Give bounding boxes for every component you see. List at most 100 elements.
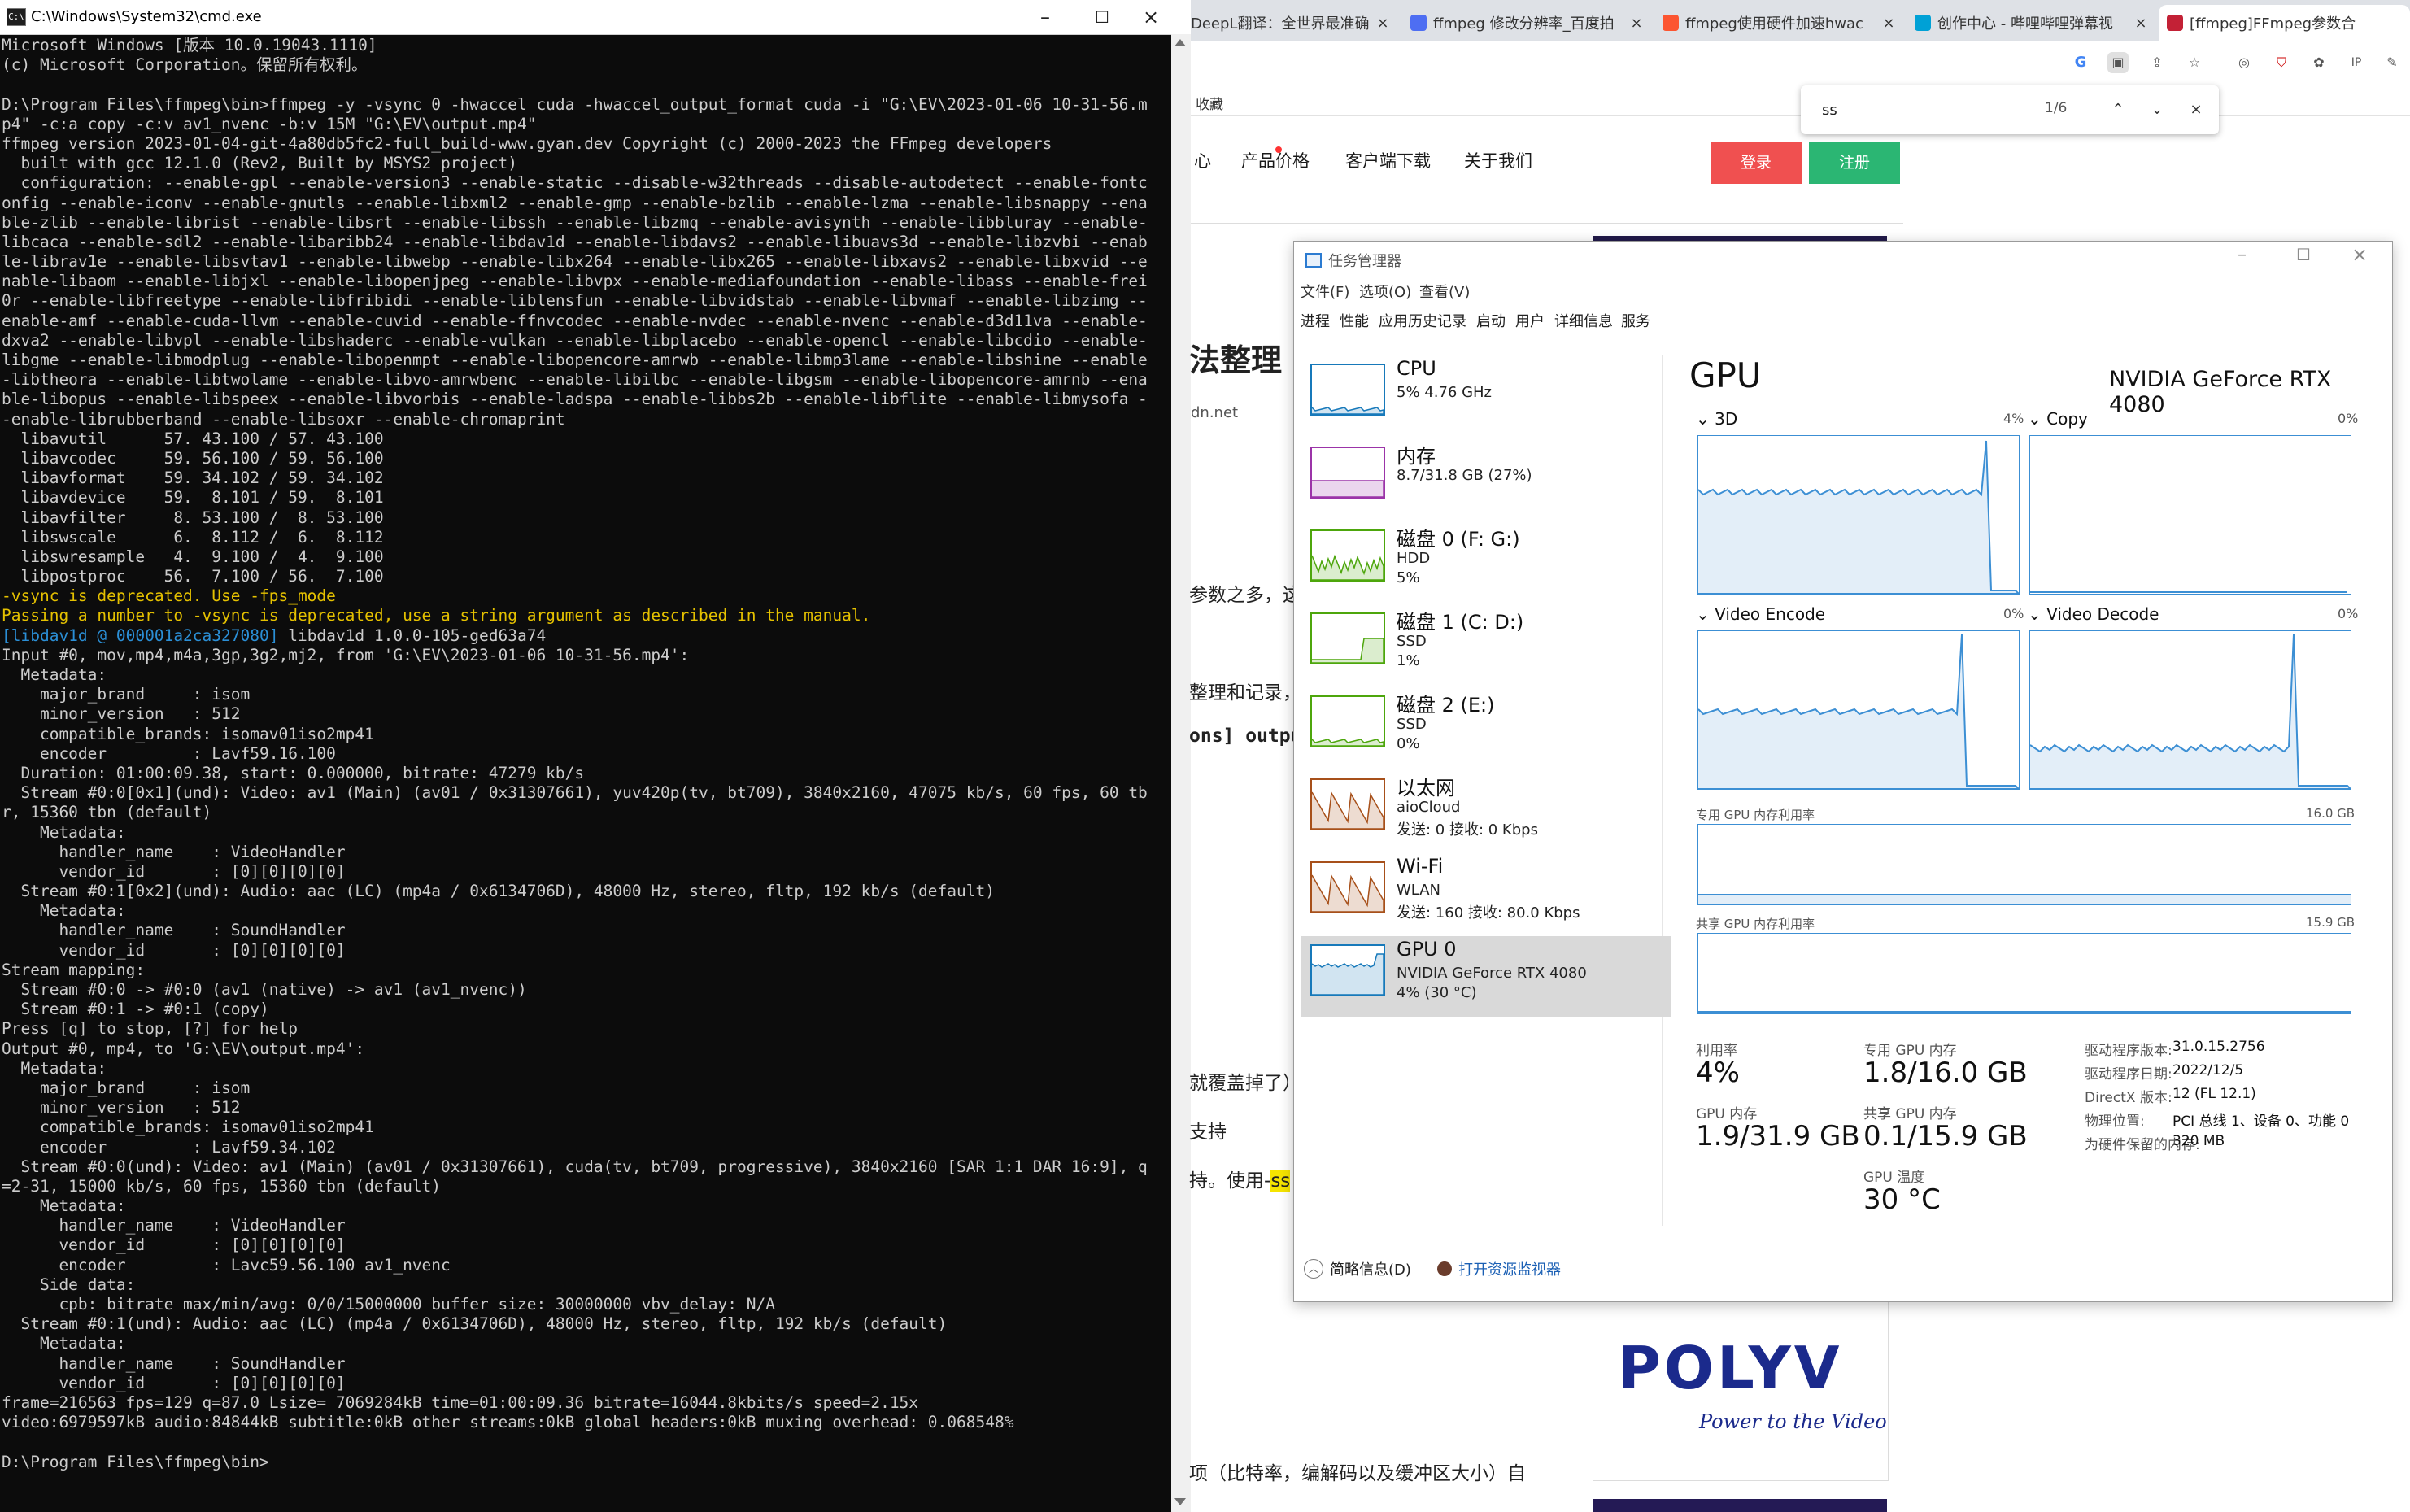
engine-pct: 0%	[2003, 606, 2024, 621]
tab-processes[interactable]: 进程	[1301, 310, 1330, 331]
article-text-fragment: 持。使用-ss	[1189, 1165, 1291, 1192]
console-line: built with gcc 12.1.0 (Rev2, Built by MS…	[2, 154, 1171, 173]
tab-close-icon[interactable]: ×	[1879, 15, 1898, 32]
tab-services[interactable]: 服务	[1621, 310, 1650, 331]
resource-item-2-e[interactable]: 磁盘 2 (E:) SSD 0%	[1301, 687, 1671, 769]
engine-selector-video-encode[interactable]: ⌄ Video Encode	[1696, 604, 1825, 624]
browser-tab-ffmpeg-active[interactable]: [ffmpeg]FFmpeg参数合	[2159, 5, 2410, 41]
find-prev-icon[interactable]: ⌃	[2105, 97, 2131, 123]
resource-detail: 1%	[1397, 652, 1420, 669]
browser-tab-csdn[interactable]: ffmpeg使用硬件加速hwac ×	[1654, 5, 1898, 41]
ad-banner-bottom[interactable]	[1593, 1499, 1887, 1512]
cmd-scrollbar[interactable]	[1171, 34, 1191, 1512]
thumbnail-graph	[1311, 739, 1384, 747]
ip-extension-icon[interactable]: IP	[2346, 52, 2367, 73]
console-line-text: D:\Program Files\ffmpeg\bin>	[2, 1452, 269, 1471]
minimize-icon[interactable]: –	[2238, 245, 2247, 265]
bookmark-folder[interactable]: 收藏	[1196, 93, 1223, 113]
menu-view[interactable]: 查看(V)	[1419, 281, 1470, 302]
tab-startup[interactable]: 启动	[1476, 310, 1506, 331]
find-icon[interactable]: ▣	[2107, 52, 2129, 73]
taskmgr-menubar: 文件(F) 选项(O) 查看(V)	[1294, 281, 2392, 305]
console-line-text: ble-zlib --enable-librist --enable-libsr…	[2, 212, 1148, 232]
register-button[interactable]: 注册	[1809, 142, 1900, 184]
console-line: Passing a number to -vsync is deprecated…	[2, 606, 1171, 625]
extension-icon[interactable]: ◎	[2233, 52, 2255, 73]
resource-name: 内存	[1397, 445, 1436, 468]
menu-file[interactable]: 文件(F)	[1301, 281, 1349, 302]
tab-performance[interactable]: 性能	[1340, 310, 1369, 331]
nav-item-download[interactable]: 客户端下载	[1345, 148, 1431, 172]
find-input[interactable]	[1820, 97, 2133, 123]
console-line-text: Metadata:	[2, 1334, 126, 1353]
tab-app-history[interactable]: 应用历史记录	[1379, 310, 1466, 331]
console-line: libavfilter 8. 53.100 / 8. 53.100	[2, 508, 1171, 528]
console-line-text: Metadata:	[2, 822, 126, 842]
resource-item-cpu[interactable]: CPU 5% 4.76 GHz	[1301, 355, 1671, 437]
tab-users[interactable]: 用户	[1515, 310, 1545, 331]
menu-options[interactable]: 选项(O)	[1359, 281, 1411, 302]
resource-item-wi-fi[interactable]: Wi-Fi WLAN 发送: 160 接收: 80.0 Kbps	[1301, 853, 1671, 935]
nav-item-partial[interactable]: 心	[1194, 148, 1211, 172]
nav-item-about[interactable]: 关于我们	[1464, 148, 1532, 172]
taskmgr-titlebar[interactable]: 任务管理器 – ☐ ×	[1294, 242, 2392, 277]
resource-item-0-f-g[interactable]: 磁盘 0 (F: G:) HDD 5%	[1301, 521, 1671, 603]
tab-details[interactable]: 详细信息	[1554, 310, 1613, 331]
tab-close-icon[interactable]: ×	[1373, 15, 1392, 32]
browser-tab-deepl[interactable]: DeepL翻译：全世界最准确 ×	[1191, 5, 1392, 41]
cmd-titlebar[interactable]: C:\ C:\Windows\System32\cmd.exe – ☐ ×	[0, 0, 1171, 35]
cmd-console-output[interactable]: Microsoft Windows [版本 10.0.19043.1110] (c…	[0, 36, 1171, 1512]
scroll-up-icon[interactable]	[1174, 39, 1186, 46]
console-line-text: enable-amf --enable-cuda-llvm --enable-c…	[2, 311, 1148, 330]
baidu-paw-icon	[1410, 15, 1427, 31]
browser-tab-bilibili[interactable]: 创作中心 - 哔哩哔哩弹幕视 ×	[1907, 5, 2151, 41]
taskmgr-title: 任务管理器	[1328, 253, 1401, 270]
close-icon[interactable]: ×	[2351, 243, 2368, 266]
resource-item-1-c-d[interactable]: 磁盘 1 (C: D:) SSD 1%	[1301, 604, 1671, 686]
find-next-icon[interactable]: ⌄	[2144, 97, 2170, 123]
tab-close-icon[interactable]: ×	[1627, 15, 1646, 32]
polyv-slogan: Power to the Video	[1699, 1410, 1887, 1433]
console-line-text: Stream #0:0[0x1](und): Video: av1 (Main)…	[2, 783, 1148, 803]
browser-tab-baidu[interactable]: ffmpeg 修改分辨率_百度拍 ×	[1402, 5, 1646, 41]
console-line-text: vendor_id : [0][0][0][0]	[2, 1373, 346, 1392]
console-line: le-librav1e --enable-libsvtav1 --enable-…	[2, 252, 1171, 272]
tab-close-icon[interactable]: ×	[2131, 15, 2151, 32]
console-line: Stream #0:0[0x1](und): Video: av1 (Main)…	[2, 783, 1171, 803]
scroll-down-icon[interactable]	[1174, 1498, 1186, 1505]
console-line: Stream #0:1[0x2](und): Audio: aac (LC) (…	[2, 882, 1171, 901]
engine-selector-video-decode[interactable]: ⌄ Video Decode	[2028, 604, 2159, 624]
console-line: libcaca --enable-sdl2 --enable-libaribb2…	[2, 233, 1171, 252]
resource-item-[interactable]: 以太网 aioCloud 发送: 0 接收: 0 Kbps	[1301, 770, 1671, 852]
graph-3d	[1697, 435, 2020, 595]
resource-item-[interactable]: 内存 8.7/31.8 GB (27%)	[1301, 438, 1671, 520]
dedicated-mem-max: 16.0 GB	[2306, 806, 2356, 821]
resource-item-gpu-0[interactable]: GPU 0 NVIDIA GeForce RTX 4080 4% (30 °C)	[1301, 936, 1671, 1017]
console-line: Microsoft Windows [版本 10.0.19043.1110]	[2, 36, 1171, 55]
google-icon[interactable]: G	[2070, 52, 2091, 73]
puzzle-icon[interactable]: ✎	[2382, 52, 2403, 73]
console-line-text: vendor_id : [0][0][0][0]	[2, 940, 346, 960]
star-icon[interactable]: ☆	[2184, 52, 2205, 73]
minimize-icon[interactable]: –	[1017, 0, 1074, 34]
engine-selector-3d[interactable]: ⌄ 3D	[1696, 409, 1737, 429]
find-close-icon[interactable]: ×	[2183, 97, 2209, 123]
resource-thumbnail	[1310, 778, 1385, 830]
sync-extension-icon[interactable]: ✿	[2308, 52, 2329, 73]
resource-name: GPU 0	[1397, 938, 1457, 961]
polyv-ad[interactable]: POLYV Power to the Video	[1593, 1299, 1889, 1481]
shield-extension-icon[interactable]: ⛉	[2271, 52, 2292, 73]
login-button[interactable]: 登录	[1711, 142, 1802, 184]
resource-subtitle: aioCloud	[1397, 799, 1461, 816]
thumbnail-line	[1311, 407, 1384, 415]
open-resource-monitor-link[interactable]: 打开资源监视器	[1437, 1258, 1561, 1279]
console-line-text: dxva2 --enable-libvpl --enable-libshader…	[2, 330, 1148, 350]
maximize-icon[interactable]: ☐	[2296, 245, 2311, 264]
console-line: Side data:	[2, 1275, 1171, 1295]
engine-selector-copy[interactable]: ⌄ Copy	[2028, 409, 2088, 429]
stat-value-dedicated-memory: 1.8/16.0 GB	[1863, 1057, 2028, 1089]
console-line: nable-libaom --enable-libjxl --enable-li…	[2, 272, 1171, 291]
share-icon[interactable]: ⇪	[2146, 52, 2168, 73]
close-icon[interactable]: ×	[1122, 0, 1179, 34]
fewer-details-button[interactable]: ︿ 简略信息(D)	[1304, 1258, 1411, 1279]
